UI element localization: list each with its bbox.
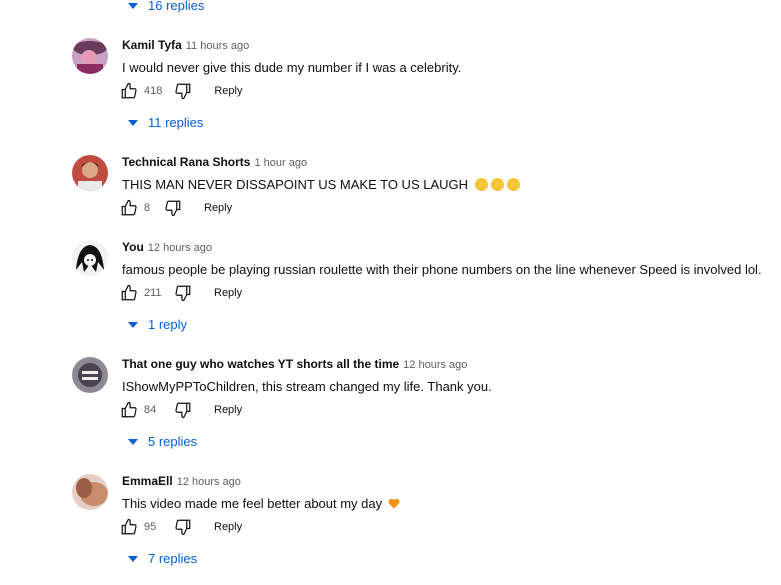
like-count: 8 <box>144 202 151 214</box>
comment-header: You 12 hours ago <box>122 240 212 254</box>
comment: That one guy who watches YT shorts all t… <box>0 357 781 457</box>
avatar[interactable] <box>72 240 108 276</box>
like-count: 211 <box>144 287 162 299</box>
replies-count: 1 reply <box>148 317 188 332</box>
reply-button[interactable]: Reply <box>214 521 242 533</box>
view-replies-button[interactable]: 5 replies <box>128 434 197 449</box>
comment-actions: 84 Reply <box>120 401 242 419</box>
chevron-down-icon <box>128 555 138 562</box>
comment-time[interactable]: 12 hours ago <box>148 242 212 254</box>
replies-count: 5 replies <box>148 434 198 449</box>
laughing-emoji-icon <box>506 178 520 191</box>
comment-author[interactable]: That one guy who watches YT shorts all t… <box>122 357 399 371</box>
view-replies-button[interactable]: 11 replies <box>128 115 203 130</box>
reply-button[interactable]: Reply <box>214 404 242 416</box>
comment-text: IShowMyPPToChildren, this stream changed… <box>122 379 492 394</box>
like-icon[interactable] <box>120 284 138 302</box>
like-icon[interactable] <box>120 518 138 536</box>
chevron-down-icon <box>128 119 138 126</box>
comment: You 12 hours ago famous people be playing… <box>0 240 781 340</box>
comment-text-content: THIS MAN NEVER DISSAPOINT US MAKE TO US … <box>122 177 469 192</box>
chevron-down-icon <box>128 438 138 445</box>
replies-count: 16 replies <box>148 0 205 13</box>
like-icon[interactable] <box>120 199 138 217</box>
reply-button[interactable]: Reply <box>204 202 232 214</box>
comment-text: This video made me feel better about my … <box>122 496 400 511</box>
comment-header: Technical Rana Shorts 1 hour ago <box>122 155 307 169</box>
comment-author[interactable]: You <box>122 240 144 254</box>
comment-author[interactable]: Kamil Tyfa <box>122 38 182 52</box>
view-replies-button[interactable]: 7 replies <box>128 551 197 566</box>
comment-time[interactable]: 1 hour ago <box>254 157 307 169</box>
replies-count: 7 replies <box>148 551 198 566</box>
comment-author[interactable]: Technical Rana Shorts <box>122 155 250 169</box>
comment-actions: 211 Reply <box>120 284 242 302</box>
comment-text: THIS MAN NEVER DISSAPOINT US MAKE TO US … <box>122 177 520 192</box>
chevron-down-icon <box>128 321 138 328</box>
view-replies-button[interactable]: 1 reply <box>128 317 187 332</box>
comment-actions: 418 Reply <box>120 82 242 100</box>
replies-count: 11 replies <box>148 115 204 130</box>
comment-text: famous people be playing russian roulett… <box>122 262 762 277</box>
avatar[interactable] <box>72 357 108 393</box>
comment-text-content: This video made me feel better about my … <box>122 496 383 511</box>
chevron-down-icon <box>128 2 138 9</box>
comment-actions: 8 Reply <box>120 199 232 217</box>
comment-actions: 95 Reply <box>120 518 242 536</box>
reply-button[interactable]: Reply <box>214 287 242 299</box>
like-count: 84 <box>144 404 157 416</box>
dislike-icon[interactable] <box>164 199 182 217</box>
laughing-emoji-icon <box>490 178 504 191</box>
dislike-icon[interactable] <box>174 518 192 536</box>
reply-button[interactable]: Reply <box>214 85 242 97</box>
dislike-icon[interactable] <box>174 82 192 100</box>
comment-text: I would never give this dude my number i… <box>122 60 462 75</box>
like-icon[interactable] <box>120 82 138 100</box>
comment: EmmaEll 12 hours ago This video made me f… <box>0 474 781 574</box>
like-count: 418 <box>144 85 163 97</box>
like-icon[interactable] <box>120 401 138 419</box>
comment-time[interactable]: 12 hours ago <box>403 359 467 371</box>
avatar[interactable] <box>72 38 108 74</box>
comment-time[interactable]: 11 hours ago <box>186 40 249 52</box>
comment-header: That one guy who watches YT shorts all t… <box>122 357 467 371</box>
dislike-icon[interactable] <box>174 401 192 419</box>
comment-time[interactable]: 12 hours ago <box>177 476 241 488</box>
avatar[interactable] <box>72 155 108 191</box>
orange-heart-icon <box>388 498 400 509</box>
comment-header: EmmaEll 12 hours ago <box>122 474 241 488</box>
view-replies-button[interactable]: 16 replies <box>128 0 204 13</box>
comment: Kamil Tyfa 11 hours ago I would never giv… <box>0 38 781 138</box>
avatar[interactable] <box>72 474 108 510</box>
comment-header: Kamil Tyfa 11 hours ago <box>122 38 249 52</box>
comment-author[interactable]: EmmaEll <box>122 474 173 488</box>
dislike-icon[interactable] <box>174 284 192 302</box>
laughing-emoji-icon <box>474 178 488 191</box>
like-count: 95 <box>144 521 157 533</box>
